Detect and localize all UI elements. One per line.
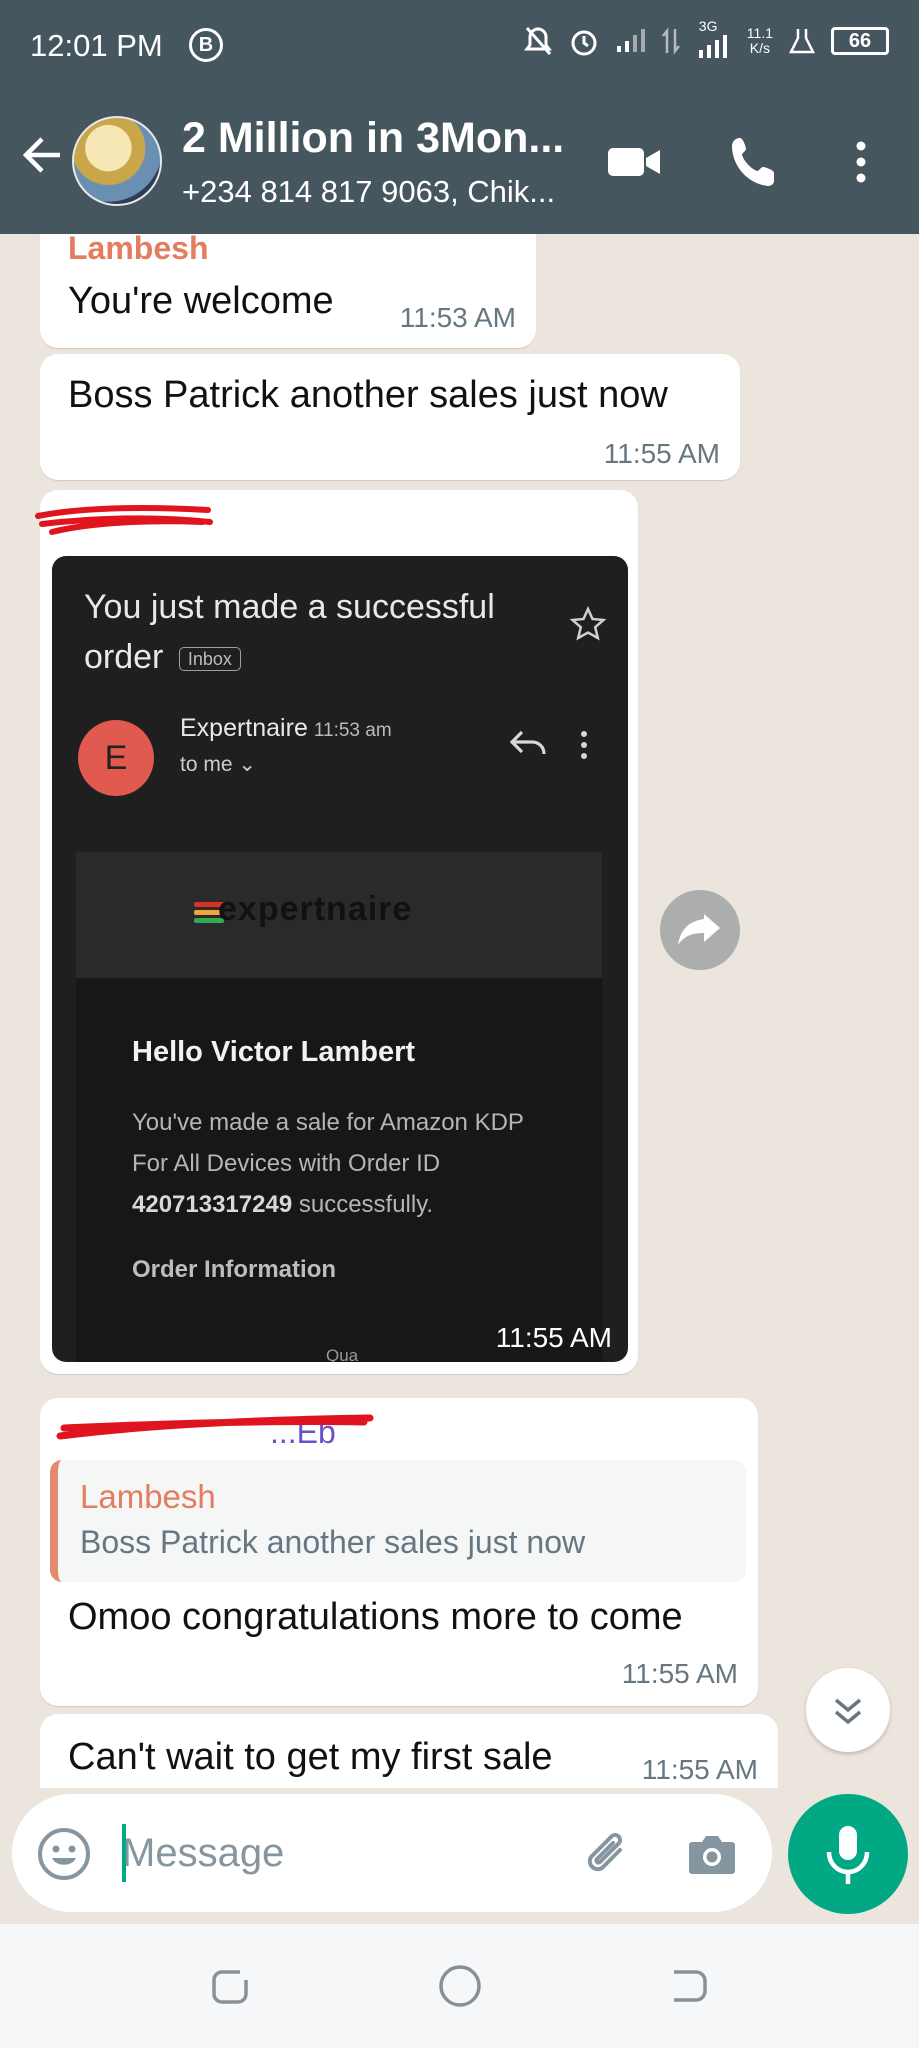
b-badge-icon: B — [189, 28, 223, 62]
signal-3g-icon — [698, 35, 727, 58]
back-arrow-icon[interactable] — [18, 132, 64, 178]
scroll-down-button[interactable] — [806, 1668, 890, 1752]
status-bar: 12:01 PM B 3G 11.1 K/s 66 — [0, 0, 919, 92]
status-icons: 3G 11.1 K/s 66 — [523, 18, 889, 58]
status-time: 12:01 PM — [30, 28, 163, 63]
quoted-message[interactable]: Lambesh Boss Patrick another sales just … — [50, 1460, 746, 1582]
text-cursor — [122, 1824, 126, 1882]
message-time: 11:55 AM — [621, 1658, 738, 1689]
alarm-icon — [571, 30, 597, 56]
network-type: 3G — [698, 18, 718, 34]
scroll-down-icon — [834, 1698, 862, 1725]
message-bubble[interactable]: ...Eb Lambesh Boss Patrick another sales… — [40, 1398, 758, 1706]
back-nav-icon[interactable] — [664, 1962, 712, 2010]
message-input[interactable] — [122, 1816, 562, 1890]
message-time: 11:55 AM — [641, 1754, 758, 1785]
email-from: Expertnaire 11:53 am — [180, 714, 392, 743]
message-time: 11:55 AM — [495, 1322, 612, 1353]
email-greeting: Hello Victor Lambert — [132, 1036, 416, 1068]
redacted-sender-scribble — [35, 505, 213, 535]
email-subject: You just made a successful order Inbox — [84, 582, 524, 682]
message-text: Omoo congratulations more to come — [68, 1596, 683, 1638]
attach-icon[interactable] — [578, 1824, 638, 1884]
share-icon — [678, 914, 720, 945]
message-sender: Lambesh — [68, 234, 209, 266]
email-from-time: 11:53 am — [313, 720, 392, 741]
lab-flask-icon — [789, 29, 815, 54]
message-text: Can't wait to get my first sale — [68, 1736, 553, 1778]
message-text: You're welcome — [68, 280, 334, 322]
email-subject-text: You just made a successful order — [84, 588, 495, 676]
star-icon — [570, 606, 606, 641]
chat-subtitle[interactable]: +234 814 817 9063, Chik... — [182, 174, 582, 210]
message-bubble[interactable]: Boss Patrick another sales just now 11:5… — [40, 354, 740, 480]
email-more-icon — [581, 731, 587, 759]
redacted-sender-scribble — [56, 1414, 374, 1440]
group-avatar[interactable] — [72, 116, 162, 206]
system-nav-bar — [0, 1924, 919, 2048]
order-info-heading: Order Information — [132, 1256, 337, 1283]
email-body: Hello Victor Lambert You've made a sale … — [76, 978, 602, 1362]
mic-icon — [826, 1826, 870, 1884]
message-bubble[interactable]: Can't wait to get my first sale 11:55 AM — [40, 1714, 778, 1788]
video-call-icon[interactable] — [604, 132, 664, 192]
voice-call-icon[interactable] — [726, 132, 786, 192]
body-text-end: successfully. — [292, 1191, 434, 1218]
net-speed: 11.1 K/s — [747, 26, 773, 56]
chevron-down-icon: ⌄ — [238, 753, 256, 776]
email-to: to me ⌄ — [180, 752, 256, 777]
message-time: 11:55 AM — [603, 438, 720, 469]
mute-bell-icon — [523, 27, 552, 55]
email-sender-avatar: E — [78, 720, 154, 796]
battery-indicator: 66 — [831, 27, 889, 55]
order-id: 420713317249 — [132, 1191, 293, 1218]
message-input-bar — [12, 1794, 772, 1912]
net-speed-value: 11.1 — [746, 25, 773, 41]
forward-button[interactable] — [660, 890, 740, 970]
inbox-label: Inbox — [178, 647, 241, 672]
quoted-sender: Lambesh — [80, 1478, 216, 1515]
message-bubble[interactable]: Lambesh You're welcome 11:53 AM — [40, 234, 536, 348]
email-body-text: You've made a sale for Amazon KDP For Al… — [132, 1102, 552, 1225]
quoted-text: Boss Patrick another sales just now — [80, 1524, 586, 1560]
message-time: 11:53 AM — [399, 302, 516, 333]
body-text-start: You've made a sale for Amazon KDP For Al… — [132, 1109, 524, 1177]
data-arrows-icon — [661, 27, 680, 55]
partial-text: Qua — [326, 1346, 359, 1362]
more-vert-icon[interactable] — [844, 132, 878, 192]
recents-icon[interactable] — [206, 1962, 254, 2010]
home-icon[interactable] — [436, 1962, 484, 2010]
chat-area[interactable]: Lambesh You're welcome 11:53 AM Boss Pat… — [0, 234, 919, 1788]
reply-icon — [509, 730, 546, 755]
email-to-text: to me — [180, 753, 233, 776]
mic-button[interactable] — [788, 1794, 908, 1914]
email-from-name: Expertnaire — [180, 714, 308, 742]
signal-icon — [616, 29, 645, 52]
camera-icon[interactable] — [684, 1826, 740, 1882]
signal-3g: 3G — [697, 18, 731, 58]
brand-banner: expertnaire — [76, 852, 602, 978]
chat-title[interactable]: 2 Million in 3Mon... — [182, 114, 582, 163]
chat-header: 2 Million in 3Mon... +234 814 817 9063, … — [0, 92, 919, 234]
net-speed-unit: K/s — [749, 40, 770, 56]
brand-logo: expertnaire — [218, 890, 413, 928]
email-screenshot[interactable]: You just made a successful order Inbox E… — [52, 556, 628, 1362]
message-text: Boss Patrick another sales just now — [68, 374, 668, 416]
emoji-icon[interactable] — [36, 1826, 92, 1882]
